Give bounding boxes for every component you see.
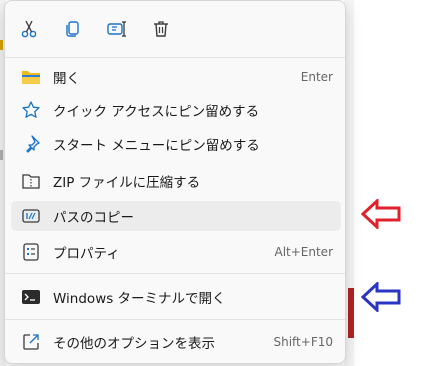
menu-item-label: プロパティ: [53, 246, 120, 262]
menu-item-pin-quick-access[interactable]: クイック アクセスにピン留めする: [11, 95, 341, 125]
menu-item-copy-path[interactable]: パスのコピー: [11, 201, 341, 231]
copy-icon: [66, 21, 79, 37]
folder-icon: [21, 67, 41, 87]
context-menu: 開く Enter クイック アクセスにピン留めする スタート メニューにピン留め…: [4, 0, 346, 364]
background-mark: [348, 288, 354, 338]
menu-item-label: Windows ターミナルで開く: [53, 291, 226, 307]
background-mark: [0, 40, 3, 50]
menu-item-compress-zip[interactable]: ZIP ファイルに圧縮する: [11, 166, 341, 196]
screen: 開く Enter クイック アクセスにピン留めする スタート メニューにピン留め…: [0, 0, 428, 366]
cut-button[interactable]: [11, 11, 47, 47]
menu-item-pin-start[interactable]: スタート メニューにピン留めする: [11, 129, 341, 159]
terminal-icon: [21, 287, 41, 307]
menu-item-label: スタート メニューにピン留めする: [53, 138, 260, 154]
background-mark: [0, 150, 3, 160]
delete-button[interactable]: [143, 11, 179, 47]
menu-item-open-terminal[interactable]: Windows ターミナルで開く: [11, 282, 341, 312]
menu-item-shortcut: Enter: [300, 70, 333, 84]
blue-arrow-icon: [361, 282, 401, 312]
copy-path-icon: [21, 206, 41, 226]
delete-icon: [154, 21, 168, 37]
open-external-icon: [21, 332, 41, 352]
menu-item-label: その他のオプションを表示: [53, 336, 215, 352]
separator: [5, 273, 345, 274]
menu-item-label: 開く: [53, 71, 80, 87]
red-arrow-icon: [361, 199, 401, 229]
properties-icon: [21, 242, 41, 262]
separator: [5, 57, 345, 58]
menu-item-label: クイック アクセスにピン留めする: [53, 104, 260, 120]
context-menu-toolbar: [5, 11, 345, 49]
rename-button[interactable]: [99, 11, 135, 47]
menu-item-label: パスのコピー: [53, 210, 134, 226]
rename-icon: [107, 21, 126, 37]
separator: [5, 319, 345, 320]
cut-icon: [21, 20, 37, 38]
star-icon: [21, 100, 41, 120]
menu-item-shortcut: Alt+Enter: [274, 245, 333, 259]
copy-button[interactable]: [55, 11, 91, 47]
menu-item-shortcut: Shift+F10: [273, 335, 333, 349]
menu-item-properties[interactable]: プロパティ Alt+Enter: [11, 237, 341, 267]
zip-icon: [21, 171, 41, 191]
menu-item-open[interactable]: 開く Enter: [11, 62, 341, 92]
pin-icon: [21, 134, 41, 154]
menu-item-label: ZIP ファイルに圧縮する: [53, 175, 201, 191]
menu-item-more-options[interactable]: その他のオプションを表示 Shift+F10: [11, 327, 341, 357]
